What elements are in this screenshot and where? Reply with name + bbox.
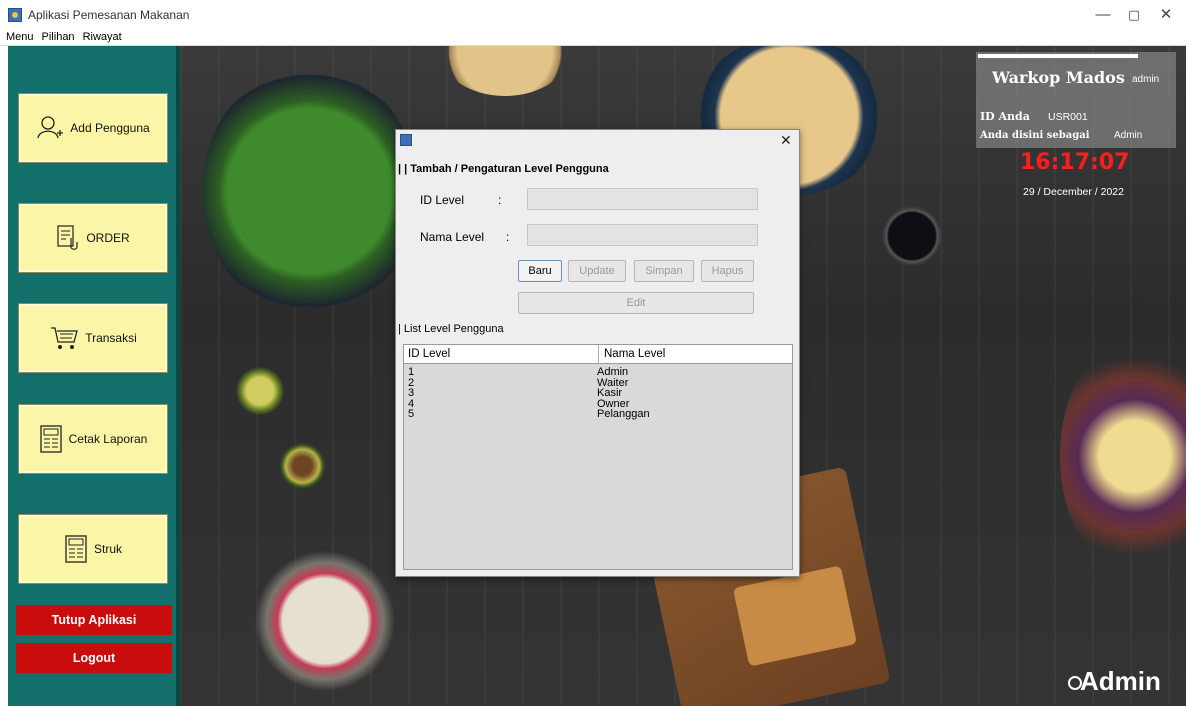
cart-icon (51, 327, 79, 349)
level-pengguna-dialog: ✕ | | Tambah / Pengaturan Level Pengguna… (395, 129, 800, 577)
menu-bar: Menu Pilihan Riwayat (0, 30, 1186, 46)
date-display: 29 / December / 2022 (1023, 186, 1124, 198)
id-level-label: ID Level (420, 193, 465, 207)
table-header: ID Level Nama Level (404, 345, 792, 364)
report-icon (39, 425, 62, 453)
receipt-icon (65, 535, 87, 563)
role-label: Anda disini sebagai (980, 130, 1090, 141)
order-icon (57, 225, 78, 250)
table-row[interactable]: 5 Pelanggan (404, 409, 792, 420)
simpan-button[interactable]: Simpan (634, 260, 694, 282)
column-divider (598, 345, 599, 364)
info-divider (978, 54, 1138, 58)
menu-pilihan[interactable]: Pilihan (42, 30, 75, 45)
add-pengguna-label: Add Pengguna (70, 121, 150, 135)
brand-title: Warkop Mados (992, 68, 1125, 87)
close-button[interactable]: ✕ (1151, 5, 1181, 25)
nama-level-colon: : (506, 230, 510, 244)
user-id-value: USR001 (1048, 111, 1088, 123)
row-name: Pelanggan (597, 408, 650, 421)
nama-level-input[interactable] (527, 224, 758, 246)
admin-watermark: Admin (1068, 666, 1161, 696)
java-app-icon (8, 8, 22, 22)
user-id-label: ID Anda (980, 110, 1030, 123)
dialog-close-button[interactable]: ✕ (780, 132, 792, 149)
java-app-icon (400, 134, 412, 146)
edit-button[interactable]: Edit (518, 292, 754, 314)
row-id: 1 (408, 366, 415, 378)
hapus-button[interactable]: Hapus (701, 260, 754, 282)
title-bar: Aplikasi Pemesanan Makanan — ▢ ✕ (0, 0, 1186, 30)
menu-menu[interactable]: Menu (6, 30, 34, 45)
table-row[interactable]: 1 Admin (404, 367, 792, 378)
row-id: 5 (408, 408, 415, 421)
list-level-label: | List Level Pengguna (398, 323, 504, 335)
column-header-nama-level[interactable]: Nama Level (604, 348, 665, 360)
level-table[interactable]: ID Level Nama Level 1 Admin 2 Waiter 3 K… (403, 344, 793, 570)
order-label: ORDER (86, 231, 130, 245)
nama-level-label: Nama Level (420, 230, 485, 244)
id-level-colon: : (498, 193, 502, 207)
order-button[interactable]: ORDER (18, 203, 168, 273)
baru-button[interactable]: Baru (518, 260, 562, 282)
transaksi-label: Transaksi (85, 331, 137, 345)
update-button[interactable]: Update (568, 260, 626, 282)
role-value: Admin (1114, 130, 1143, 141)
window-title: Aplikasi Pemesanan Makanan (28, 8, 190, 22)
cetak-laporan-label: Cetak Laporan (68, 432, 148, 446)
sidebar: Add Pengguna ORDER Transaksi Cetak Lapor… (8, 46, 180, 706)
column-header-id-level[interactable]: ID Level (408, 348, 450, 360)
maximize-button[interactable]: ▢ (1119, 5, 1149, 25)
add-pengguna-button[interactable]: Add Pengguna (18, 93, 168, 163)
brand-username: admin (1132, 74, 1160, 85)
tutup-aplikasi-button[interactable]: Tutup Aplikasi (16, 605, 172, 635)
minimize-button[interactable]: — (1088, 5, 1118, 25)
row-name: Admin (597, 366, 629, 378)
struk-button[interactable]: Struk (18, 514, 168, 584)
id-level-input[interactable] (527, 188, 758, 210)
transaksi-button[interactable]: Transaksi (18, 303, 168, 373)
menu-riwayat[interactable]: Riwayat (83, 30, 122, 45)
struk-label: Struk (93, 542, 122, 556)
cetak-laporan-button[interactable]: Cetak Laporan (18, 404, 168, 474)
clock-display: 16:17:07 (1020, 150, 1130, 175)
add-user-icon (37, 116, 64, 139)
dialog-title: | | Tambah / Pengaturan Level Pengguna (398, 163, 609, 175)
user-info-panel: Warkop Mados admin ID Anda USR001 Anda d… (976, 52, 1176, 148)
logout-button[interactable]: Logout (16, 643, 172, 673)
